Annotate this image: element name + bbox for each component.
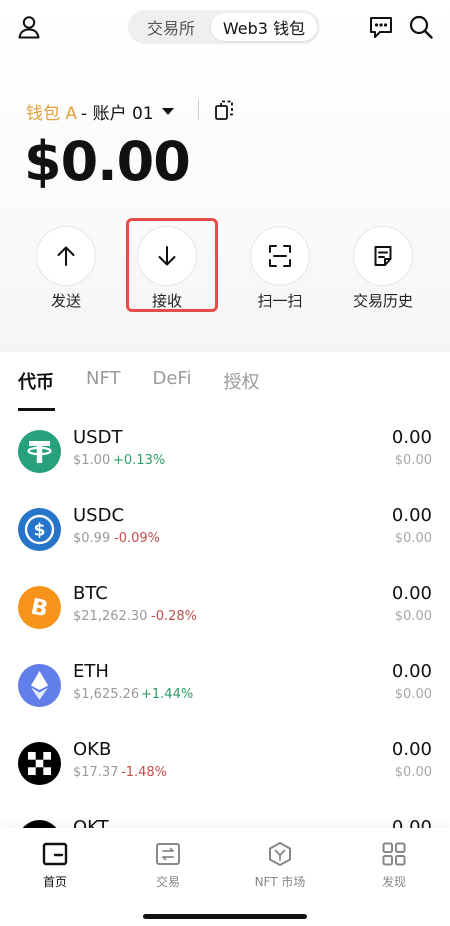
svg-text:$: $ <box>34 521 46 541</box>
asset-tabs: 代币 NFT DeFi 授权 <box>18 368 291 398</box>
svg-text:B: B <box>28 595 50 623</box>
arrow-up-icon <box>36 226 96 286</box>
token-change: -1.48% <box>121 765 167 780</box>
nav-home[interactable]: 首页 <box>10 838 100 890</box>
token-price: $1,625.26 <box>73 687 140 702</box>
token-change: +0.13% <box>113 453 166 468</box>
token-price: $21,262.30 <box>73 609 148 624</box>
receive-highlight-box <box>126 218 218 312</box>
send-label: 发送 <box>50 292 81 310</box>
discover-icon <box>380 840 408 868</box>
wallet-name: 钱包 A <box>26 103 78 124</box>
token-row-okb[interactable]: OKB $17.37 -1.48% 0.00 $0.00 <box>0 732 450 810</box>
token-amount: 0.00 <box>391 661 432 682</box>
tab-defi[interactable]: DeFi <box>153 368 192 398</box>
usdc-icon: $ <box>18 508 61 551</box>
token-row-btc[interactable]: B BTC $21,262.30 -0.28% 0.00 $0.00 <box>0 576 450 654</box>
scan-button[interactable]: 扫一扫 <box>235 224 325 310</box>
token-change: -0.09% <box>114 531 160 546</box>
token-value: $0.00 <box>394 609 432 624</box>
nav-label: 首页 <box>42 875 67 889</box>
home-indicator <box>143 914 307 919</box>
history-icon <box>353 226 413 286</box>
tab-web3-wallet[interactable]: Web3 钱包 <box>211 13 317 41</box>
okt-icon <box>18 820 61 828</box>
token-symbol: USDC <box>73 505 125 526</box>
token-value: $0.00 <box>394 765 432 780</box>
search-icon[interactable] <box>406 12 436 42</box>
user-icon[interactable] <box>14 12 44 42</box>
nav-discover[interactable]: 发现 <box>349 838 439 890</box>
account-name: - 账户 01 <box>81 103 154 124</box>
token-amount: 0.00 <box>391 739 432 760</box>
history-button[interactable]: 交易历史 <box>338 224 428 310</box>
token-row-usdt[interactable]: USDT $1.00 +0.13% 0.00 $0.00 <box>0 420 450 498</box>
token-symbol: BTC <box>73 583 108 604</box>
nav-label: 交易 <box>155 875 180 889</box>
token-value: $0.00 <box>394 687 432 702</box>
wallet-header-section: 交易所 Web3 钱包 钱包 A - 账户 01 $0.00 发送 接收 扫一扫 <box>0 0 450 352</box>
token-list: USDT $1.00 +0.13% 0.00 $0.00 $ USDC $0.9… <box>0 420 450 828</box>
nav-label: NFT 市场 <box>254 875 306 889</box>
token-value: $0.00 <box>394 531 432 546</box>
token-row-eth[interactable]: ETH $1,625.26 +1.44% 0.00 $0.00 <box>0 654 450 732</box>
token-row-usdc[interactable]: $ USDC $0.99 -0.09% 0.00 $0.00 <box>0 498 450 576</box>
tab-nft[interactable]: NFT <box>86 368 121 398</box>
token-symbol: ETH <box>73 661 109 682</box>
token-symbol: USDT <box>73 427 123 448</box>
tab-approvals[interactable]: 授权 <box>223 368 259 398</box>
usdt-icon <box>18 430 61 473</box>
btc-icon: B <box>18 586 61 629</box>
token-row-okt[interactable]: OKT 0.00 <box>0 810 450 828</box>
token-change: -0.28% <box>151 609 197 624</box>
token-symbol: OKT <box>73 817 109 828</box>
exchange-wallet-switch: 交易所 Web3 钱包 <box>128 10 320 44</box>
token-amount: 0.00 <box>391 505 432 526</box>
nav-nft-market[interactable]: NFT 市场 <box>235 838 325 890</box>
wallet-icon <box>41 840 69 868</box>
token-amount: 0.00 <box>391 583 432 604</box>
nav-trade[interactable]: 交易 <box>123 838 213 890</box>
divider <box>198 100 199 120</box>
active-tab-indicator <box>18 408 55 411</box>
token-amount: 0.00 <box>391 817 432 828</box>
token-amount: 0.00 <box>391 427 432 448</box>
chat-icon[interactable] <box>366 12 396 42</box>
nav-label: 发现 <box>381 875 406 889</box>
bottom-nav: 首页 交易 NFT 市场 发现 <box>0 828 450 926</box>
token-value: $0.00 <box>394 453 432 468</box>
account-selector[interactable]: 钱包 A - 账户 01 <box>26 98 174 124</box>
tab-exchange[interactable]: 交易所 <box>132 13 210 41</box>
copy-icon[interactable] <box>211 97 237 123</box>
scan-icon <box>250 226 310 286</box>
caret-down-icon <box>161 107 174 115</box>
token-price: $17.37 <box>73 765 119 780</box>
nft-market-icon <box>266 840 294 868</box>
trade-icon <box>154 840 182 868</box>
token-change: +1.44% <box>141 687 194 702</box>
token-symbol: OKB <box>73 739 112 760</box>
token-price: $0.99 <box>73 531 111 546</box>
eth-icon <box>18 664 61 707</box>
send-button[interactable]: 发送 <box>21 224 111 310</box>
scan-label: 扫一扫 <box>257 292 303 310</box>
tab-tokens[interactable]: 代币 <box>18 368 54 398</box>
total-balance: $0.00 <box>24 130 191 193</box>
okb-icon <box>18 742 61 785</box>
history-label: 交易历史 <box>352 292 413 310</box>
token-price: $1.00 <box>73 453 111 468</box>
